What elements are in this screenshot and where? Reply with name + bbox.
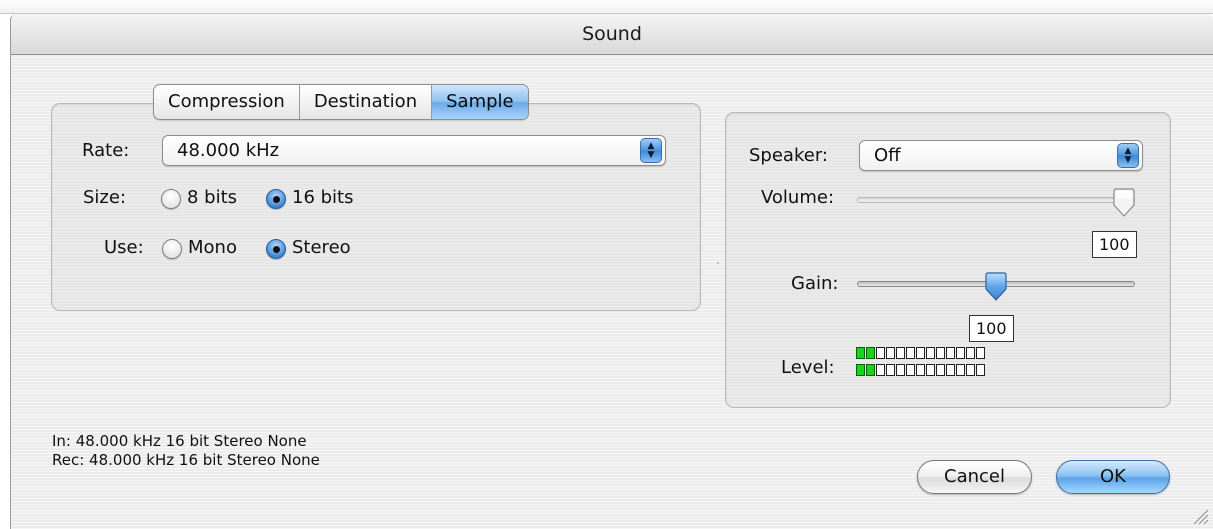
gain-value-box: 100 xyxy=(969,315,1014,342)
level-meter-segment xyxy=(946,364,955,376)
level-meter-segment xyxy=(906,347,915,359)
level-meter-segment xyxy=(856,364,865,376)
settings-tab-bar: Compression Destination Sample xyxy=(153,84,529,120)
level-meter-segment xyxy=(926,364,935,376)
level-meter-segment xyxy=(966,347,975,359)
resize-grip-icon[interactable] xyxy=(1188,504,1210,526)
level-meter-segment xyxy=(906,364,915,376)
speaker-label: Speaker: xyxy=(749,145,828,166)
cancel-button[interactable]: Cancel xyxy=(917,460,1032,494)
level-meter-segment xyxy=(856,347,865,359)
rate-label: Rate: xyxy=(82,140,130,161)
tab-sample[interactable]: Sample xyxy=(432,85,528,119)
popup-arrows-icon: ▲ ▼ xyxy=(640,138,662,163)
level-meter-segment xyxy=(866,364,875,376)
window-title: Sound xyxy=(582,23,642,45)
background-window-strip xyxy=(0,0,1213,14)
rate-popup[interactable]: 48.000 kHz ▲ ▼ xyxy=(162,135,666,166)
level-meter-segment xyxy=(936,364,945,376)
level-meter-segment xyxy=(886,364,895,376)
level-meter-left xyxy=(856,347,985,359)
size-16bits-radio[interactable] xyxy=(266,189,286,209)
level-label: Level: xyxy=(781,357,835,378)
use-label: Use: xyxy=(104,237,144,258)
level-meter-segment xyxy=(976,364,985,376)
level-meter-segment xyxy=(926,347,935,359)
level-meter-segment xyxy=(896,364,905,376)
level-meter-segment xyxy=(876,364,885,376)
level-meter-segment xyxy=(916,364,925,376)
level-meter-segment xyxy=(876,347,885,359)
input-format-status: In: 48.000 kHz 16 bit Stereo None xyxy=(52,432,307,450)
divider-mark-icon: ˊ xyxy=(715,262,720,273)
level-meter-segment xyxy=(896,347,905,359)
gain-slider-thumb[interactable] xyxy=(983,272,1009,302)
level-meter-segment xyxy=(946,347,955,359)
volume-slider-track[interactable] xyxy=(857,197,1135,203)
level-meter-segment xyxy=(886,347,895,359)
gain-label: Gain: xyxy=(791,273,839,294)
popup-arrows-icon: ▲ ▼ xyxy=(1117,143,1139,168)
ok-button[interactable]: OK xyxy=(1056,460,1170,494)
sound-dialog: Sound Compression Destination Sample Rat… xyxy=(10,14,1213,529)
size-label: Size: xyxy=(83,187,127,208)
level-meter-segment xyxy=(956,364,965,376)
record-format-status: Rec: 48.000 kHz 16 bit Stereo None xyxy=(52,451,320,469)
title-bar[interactable]: Sound xyxy=(11,14,1213,55)
volume-slider-thumb[interactable] xyxy=(1111,188,1137,218)
volume-label: Volume: xyxy=(761,187,835,208)
level-meter-segment xyxy=(976,347,985,359)
rate-value: 48.000 kHz xyxy=(177,140,280,161)
speaker-value: Off xyxy=(874,145,901,166)
level-meter-segment xyxy=(956,347,965,359)
level-meter-segment xyxy=(866,347,875,359)
use-mono-label[interactable]: Mono xyxy=(188,237,237,258)
use-stereo-label[interactable]: Stereo xyxy=(292,237,351,258)
volume-value-box: 100 xyxy=(1092,231,1137,258)
use-mono-radio[interactable] xyxy=(162,239,182,259)
level-meter-right xyxy=(856,364,985,376)
level-meter-segment xyxy=(966,364,975,376)
level-meter-segment xyxy=(936,347,945,359)
size-16bits-label[interactable]: 16 bits xyxy=(292,187,354,208)
level-meter-segment xyxy=(916,347,925,359)
size-8bits-radio[interactable] xyxy=(161,189,181,209)
tab-compression[interactable]: Compression xyxy=(154,85,300,119)
use-stereo-radio[interactable] xyxy=(266,239,286,259)
speaker-popup[interactable]: Off ▲ ▼ xyxy=(859,140,1143,171)
size-8bits-label[interactable]: 8 bits xyxy=(187,187,237,208)
tab-destination[interactable]: Destination xyxy=(300,85,433,119)
